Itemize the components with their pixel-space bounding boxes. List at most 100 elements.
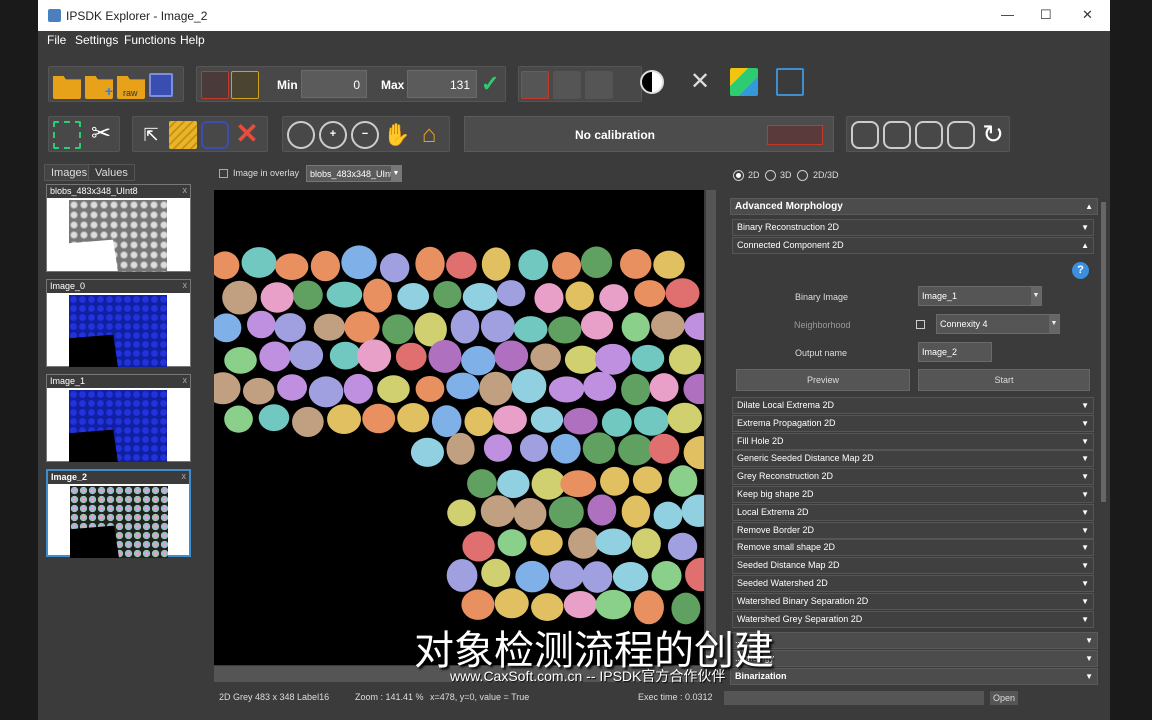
function-item[interactable]: Remove Border 2D ▼ [732, 521, 1094, 539]
tab-values[interactable]: Values [88, 164, 135, 181]
preview-button[interactable]: Preview [736, 369, 910, 391]
open-folder-icon[interactable] [53, 76, 81, 99]
ruler-icon[interactable] [169, 121, 197, 149]
apply-check-icon[interactable]: ✓ [481, 71, 499, 97]
zoom-out-icon[interactable]: − [351, 121, 379, 149]
function-item[interactable]: Watershed Binary Separation 2D ▼ [732, 592, 1094, 610]
item-label: Binary Reconstruction 2D [737, 222, 840, 232]
radio-2d3d[interactable] [797, 170, 808, 181]
labelled-cell [214, 372, 241, 405]
report-icon[interactable] [776, 68, 804, 96]
start-button[interactable]: Start [918, 369, 1090, 391]
3d-cube-icon[interactable] [730, 68, 758, 96]
labelled-cell [446, 432, 475, 465]
lock-icon[interactable] [231, 71, 259, 99]
image-viewer[interactable] [214, 190, 704, 665]
function-item[interactable]: Generic Seeded Distance Map 2D ▼ [732, 450, 1094, 468]
labelled-cell [681, 494, 704, 527]
max-input[interactable]: 131 [407, 70, 477, 98]
panel-scrollbar[interactable] [1101, 202, 1106, 502]
item-connected-component[interactable]: Connected Component 2D ▲ [732, 237, 1094, 254]
help-icon[interactable]: ? [1072, 262, 1089, 279]
thumbnail-close-icon[interactable]: x [182, 471, 187, 481]
labelled-cell [518, 249, 549, 281]
thumbnail-blobs[interactable]: blobs_483x348_UInt8 x [46, 184, 191, 272]
radio-2d3d-label: 2D/3D [813, 170, 839, 180]
neighborhood-checkbox[interactable] [916, 320, 925, 329]
menu-file[interactable]: File [47, 33, 66, 47]
function-item[interactable]: Watershed Grey Separation 2D ▼ [732, 610, 1094, 628]
maximize-button[interactable]: ☐ [1040, 7, 1052, 23]
labelled-cell [621, 312, 650, 342]
function-item[interactable]: Extrema Propagation 2D ▼ [732, 414, 1094, 432]
section-collapsed-1[interactable]: ...c ▼ [730, 632, 1098, 649]
vertical-scrollbar[interactable] [706, 190, 716, 665]
hexagon-icon[interactable] [201, 121, 229, 149]
function-item[interactable]: Grey Reconstruction 2D ▼ [732, 468, 1094, 486]
item-label: Grey Reconstruction 2D [737, 471, 834, 482]
section-collapsed-2[interactable]: ...phology ▼ [730, 650, 1098, 667]
function-item[interactable]: Seeded Distance Map 2D ▼ [732, 557, 1094, 575]
item-binary-reconstruction[interactable]: Binary Reconstruction 2D ▼ [732, 219, 1094, 236]
delete-icon[interactable]: ✕ [233, 119, 261, 149]
radio-2d[interactable] [733, 170, 744, 181]
invert-icon[interactable] [640, 70, 664, 94]
zoom-fit-icon[interactable] [287, 121, 315, 149]
shape-remove-icon[interactable] [947, 121, 975, 149]
histogram-icon[interactable] [201, 71, 229, 99]
linear-lut-icon[interactable] [521, 71, 549, 99]
tab-images[interactable]: Images [44, 164, 95, 181]
labelled-cell [667, 532, 698, 561]
labelled-cell [462, 283, 498, 311]
thumbnail-close-icon[interactable]: x [183, 375, 188, 385]
neighborhood-select[interactable]: Connexity 4 ▼ [936, 314, 1060, 334]
new-folder-icon[interactable]: + [85, 76, 113, 99]
home-icon[interactable]: ⌂ [415, 121, 443, 149]
shape-add-icon[interactable] [915, 121, 943, 149]
thumbnail-image-2[interactable]: Image_2 x [46, 469, 191, 558]
function-item[interactable]: Remove small shape 2D ▼ [732, 539, 1094, 557]
labelled-cell [446, 372, 480, 400]
labelled-cell [242, 377, 275, 405]
min-input[interactable]: 0 [301, 70, 367, 98]
function-item[interactable]: Dilate Local Extrema 2D ▼ [732, 397, 1094, 414]
scissors-icon[interactable]: ✂ [87, 119, 115, 147]
close-button[interactable]: ✕ [1082, 7, 1093, 23]
function-item[interactable]: Local Extrema 2D ▼ [732, 503, 1094, 521]
image-info: 2D Grey 483 x 348 Label16 [219, 692, 330, 702]
log-lut-icon[interactable] [585, 71, 613, 99]
function-item[interactable]: Fill Hole 2D ▼ [732, 432, 1094, 450]
section-advanced-morphology[interactable]: Advanced Morphology ▲ [730, 198, 1098, 215]
refresh-icon[interactable]: ↻ [979, 119, 1007, 149]
menu-settings[interactable]: Settings [75, 33, 118, 47]
calibration-ruler-icon[interactable] [767, 125, 823, 145]
zoom-in-icon[interactable]: + [319, 121, 347, 149]
thumbnail-close-icon[interactable]: x [183, 280, 188, 290]
menu-help[interactable]: Help [180, 33, 205, 47]
thumbnail-image-1[interactable]: Image_1 x [46, 374, 191, 462]
thumbnail-close-icon[interactable]: x [183, 185, 188, 195]
pick-icon[interactable]: ⇱ [137, 121, 165, 149]
shape-right-icon[interactable] [883, 121, 911, 149]
binary-image-select[interactable]: Image_1 ▼ [918, 286, 1042, 306]
selection-toolbar: ✂ [48, 116, 120, 152]
output-name-input[interactable]: Image_2 [918, 342, 992, 362]
tools-icon[interactable]: ✕ [686, 68, 714, 96]
overlay-checkbox[interactable] [219, 169, 228, 178]
menu-functions[interactable]: Functions [124, 33, 176, 47]
overlay-select[interactable]: blobs_483x348_UInt ▼ [306, 165, 402, 182]
gamma-lut-icon[interactable] [553, 71, 581, 99]
section-binarization[interactable]: Binarization ▼ [730, 668, 1098, 685]
pan-hand-icon[interactable]: ✋ [383, 121, 411, 149]
labelled-cell [582, 432, 616, 464]
function-item[interactable]: Seeded Watershed 2D ▼ [732, 575, 1094, 592]
radio-3d[interactable] [765, 170, 776, 181]
save-icon[interactable] [149, 73, 173, 97]
function-item[interactable]: Keep big shape 2D ▼ [732, 486, 1094, 503]
selection-rect-icon[interactable] [53, 121, 81, 149]
raw-folder-icon[interactable]: raw [117, 76, 145, 99]
shape-left-icon[interactable] [851, 121, 879, 149]
open-button[interactable]: Open [990, 691, 1018, 705]
minimize-button[interactable]: — [1001, 7, 1014, 22]
thumbnail-image-0[interactable]: Image_0 x [46, 279, 191, 367]
